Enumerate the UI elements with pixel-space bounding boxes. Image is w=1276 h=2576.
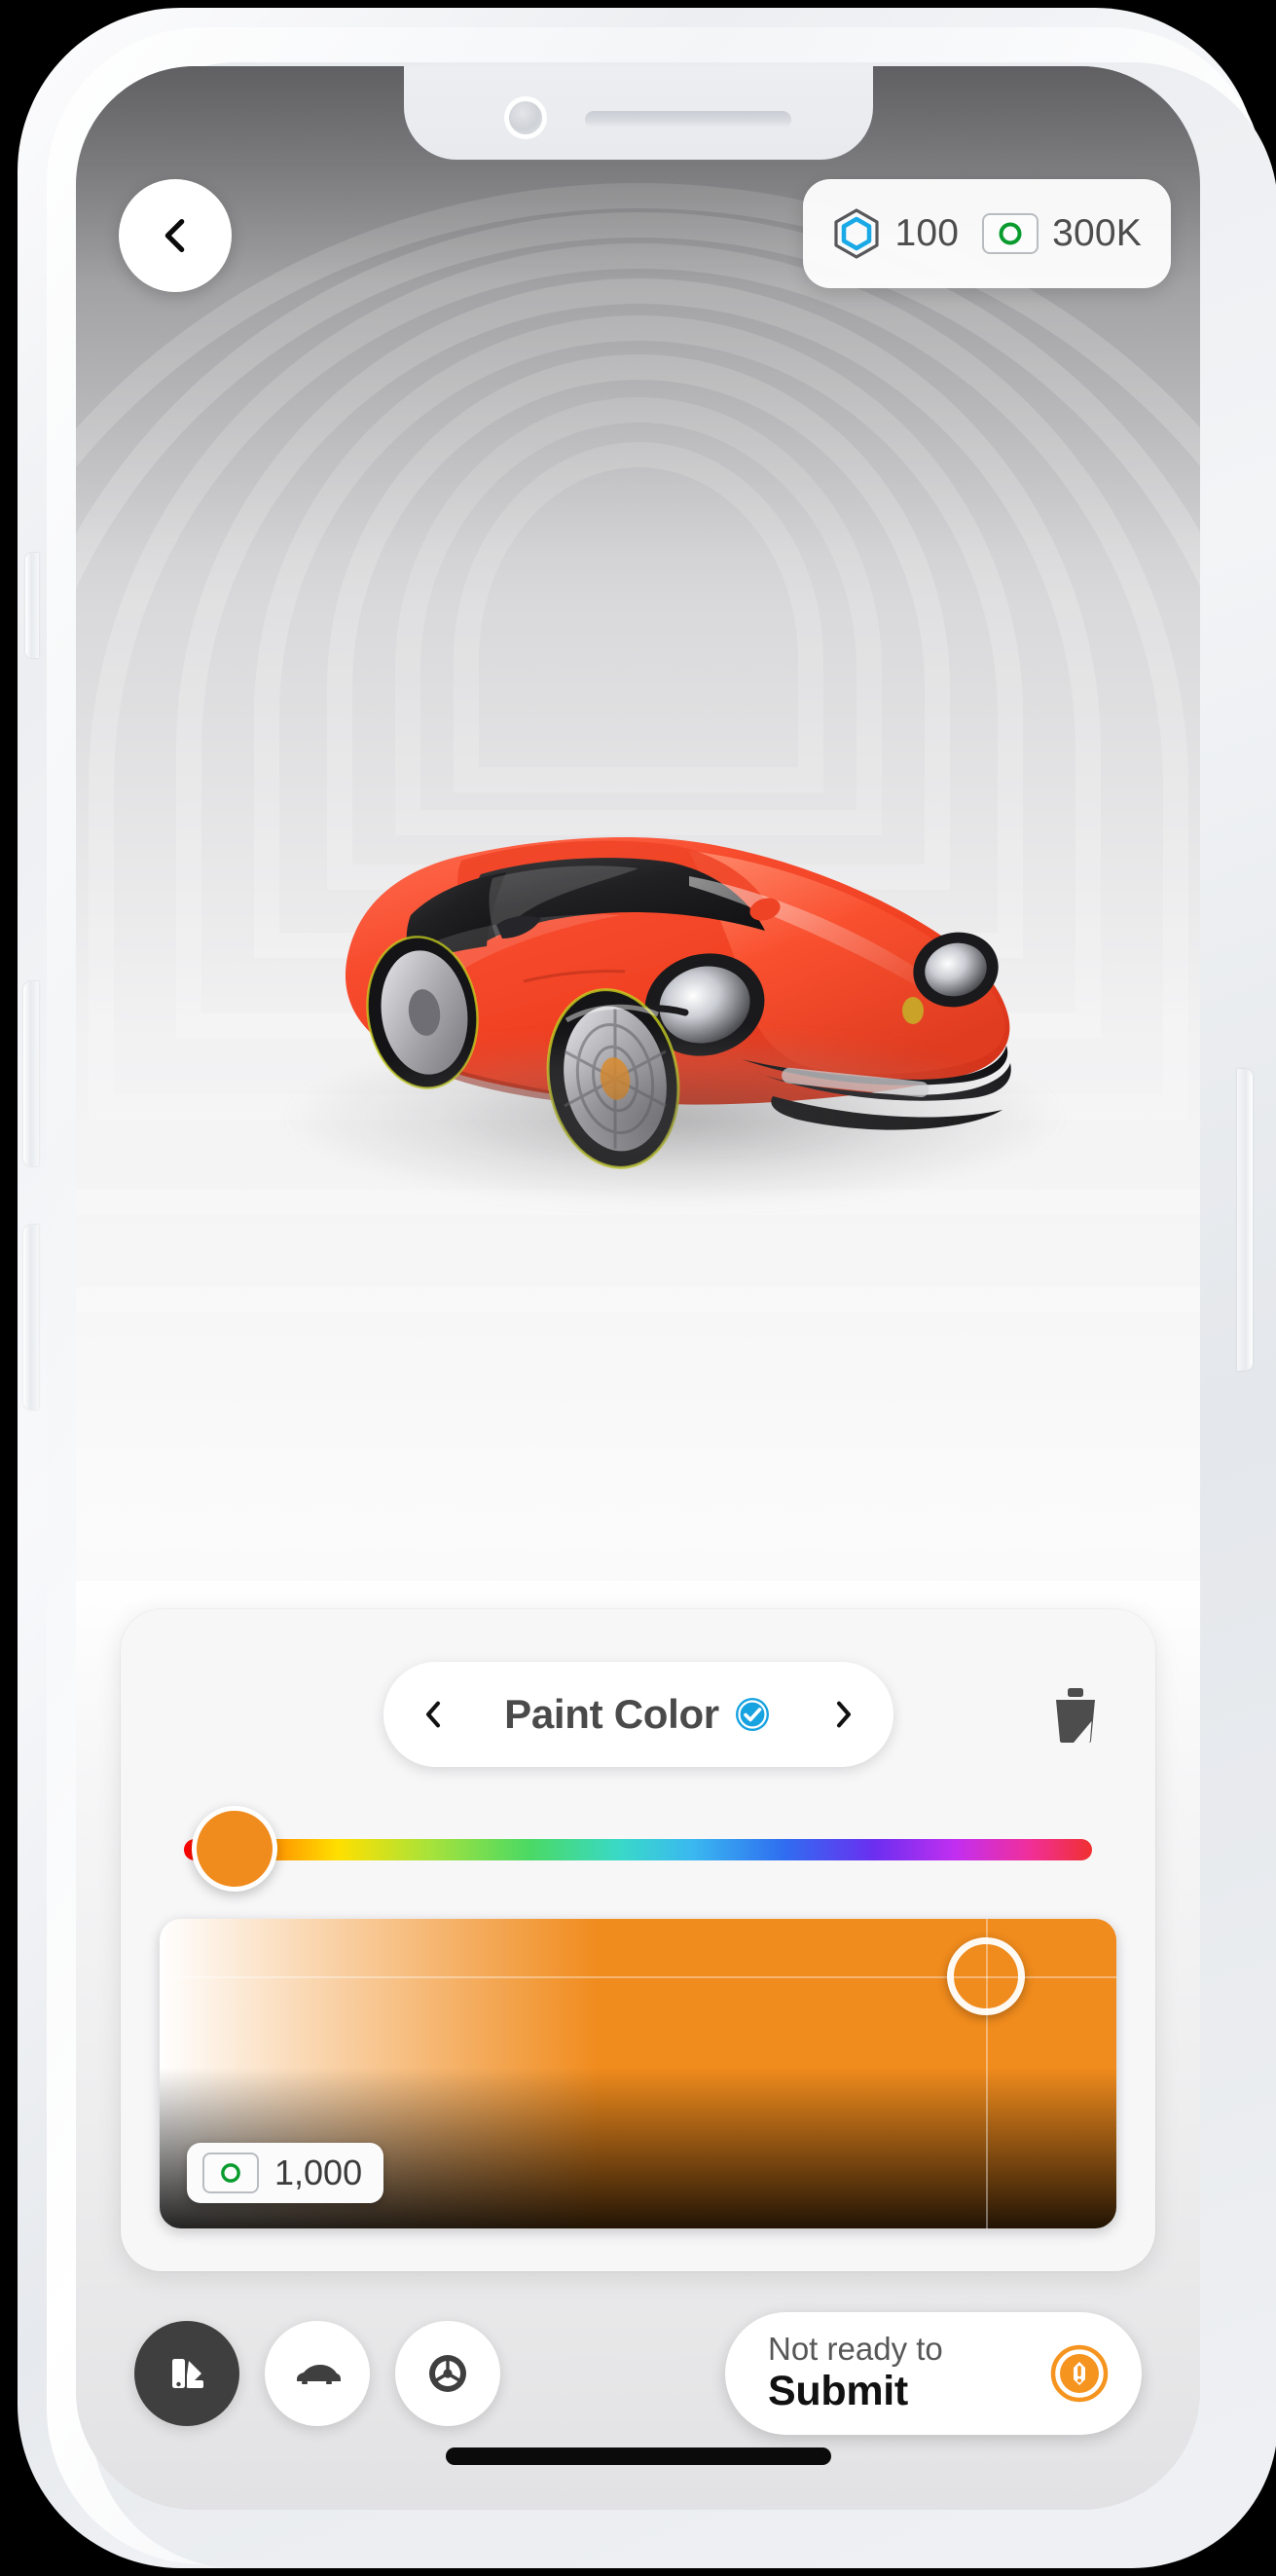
wheel-rim-icon [429, 2355, 466, 2392]
panel-header-pill: Paint Color [383, 1662, 893, 1767]
customization-tabs [134, 2321, 500, 2426]
panel-title: Paint Color [504, 1691, 719, 1737]
phone-notch [403, 66, 873, 160]
currency-robux[interactable]: 100 [832, 207, 959, 260]
submit-status-text: Not ready to [768, 2331, 943, 2368]
submit-action-text: Submit [768, 2368, 908, 2415]
currency-cash-value: 300K [1052, 212, 1142, 254]
alert-circle-icon [1050, 2344, 1109, 2403]
currency-bar[interactable]: 100 300K [803, 179, 1171, 288]
submit-label-group: Not ready to Submit [768, 2331, 943, 2415]
color-price-badge: 1,000 [187, 2143, 384, 2203]
prev-category-button[interactable] [417, 1695, 450, 1734]
hue-slider[interactable] [160, 1806, 1116, 1894]
hue-slider-track[interactable] [184, 1839, 1092, 1860]
saturation-value-picker[interactable]: 1,000 [160, 1919, 1116, 2228]
color-price-value: 1,000 [274, 2153, 363, 2192]
cash-ring-glyph [221, 2163, 240, 2183]
robux-hexagon-icon [834, 208, 880, 259]
volume-down-button[interactable] [23, 1225, 39, 1410]
bottom-toolbar: Not ready to Submit [76, 2305, 1200, 2442]
phone-screen: 100 300K Paint Color 1,000 Not ready to … [76, 66, 1200, 2510]
tab-paint[interactable] [134, 2321, 239, 2426]
verified-check-icon [735, 1698, 769, 1731]
next-category-button[interactable] [827, 1695, 860, 1734]
cash-circle-icon [982, 213, 1039, 254]
cash-ring-glyph [999, 222, 1022, 245]
volume-up-button[interactable] [23, 981, 39, 1166]
chevron-left-icon [425, 1701, 440, 1728]
submit-button[interactable]: Not ready to Submit [725, 2312, 1142, 2435]
panel-title-group: Paint Color [504, 1691, 772, 1738]
customization-panel: Paint Color 1,000 [121, 1609, 1155, 2271]
car-body-icon [297, 2365, 341, 2384]
front-camera-icon [508, 101, 542, 134]
tab-body[interactable] [265, 2321, 370, 2426]
currency-cash[interactable]: 300K [982, 212, 1142, 255]
back-button[interactable] [119, 179, 232, 292]
mute-switch-button[interactable] [25, 553, 39, 658]
earpiece-speaker [584, 111, 791, 129]
home-indicator[interactable] [445, 2447, 831, 2465]
currency-robux-value: 100 [894, 212, 960, 254]
chevron-right-icon [836, 1701, 851, 1728]
delete-color-button[interactable] [1040, 1679, 1111, 1749]
picker-handle[interactable] [947, 1937, 1026, 2016]
tab-wheels[interactable] [395, 2321, 500, 2426]
cash-circle-icon [202, 2153, 259, 2193]
screenshot-root: 100 300K Paint Color 1,000 Not ready to … [0, 0, 1276, 2576]
hue-slider-thumb[interactable] [192, 1806, 277, 1892]
vehicle-render[interactable] [232, 670, 1108, 1215]
vehicle-ground-shadow [290, 1030, 1059, 1205]
paint-swatch-icon [172, 2359, 203, 2388]
chevron-left-icon [164, 219, 185, 252]
trash-icon [1056, 1688, 1095, 1743]
power-button[interactable] [1237, 1069, 1253, 1371]
